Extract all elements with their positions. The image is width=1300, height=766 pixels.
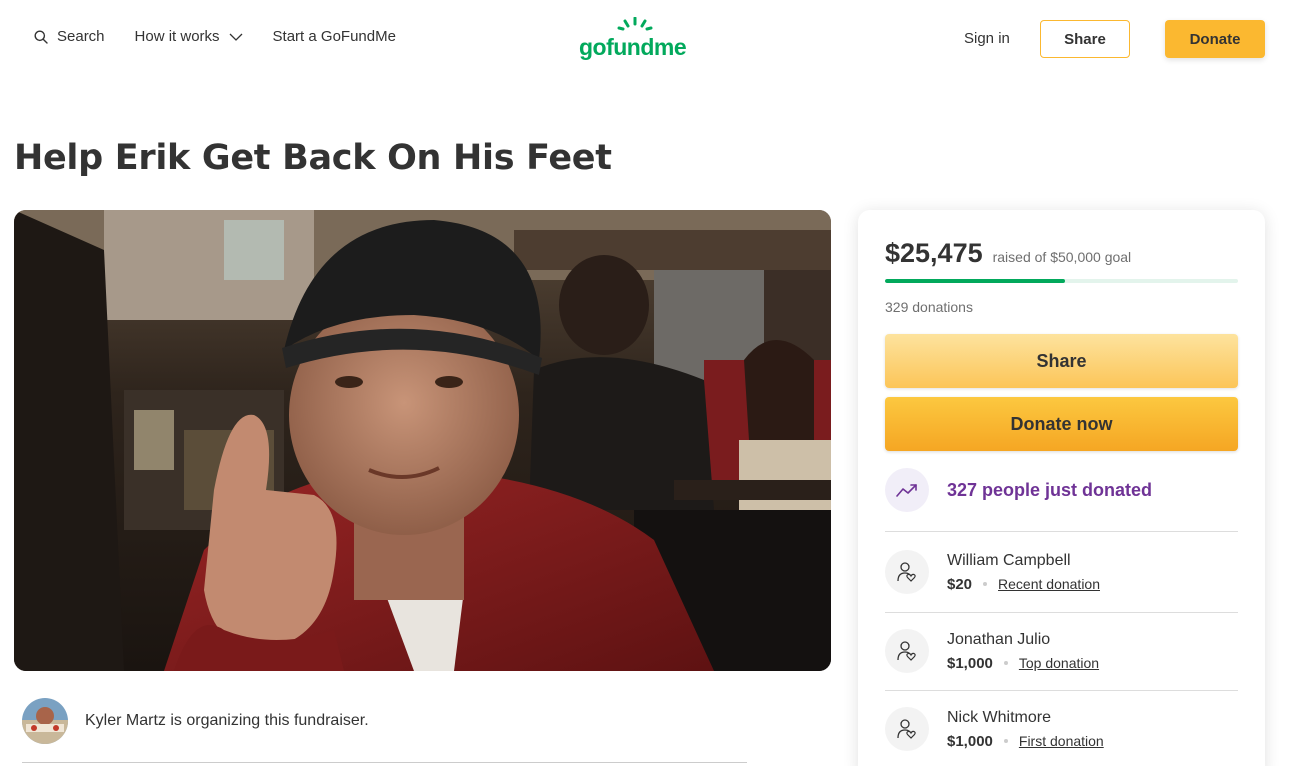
how-it-works-menu[interactable]: How it works (135, 28, 243, 45)
chevron-down-icon (229, 33, 243, 41)
donor-info: Nick Whitmore $1,000 First donation (947, 709, 1104, 750)
donor-amount: $1,000 (947, 654, 993, 672)
organizer-divider (22, 762, 747, 763)
donor-info: Jonathan Julio $1,000 Top donation (947, 631, 1099, 672)
trending-up-icon (885, 468, 929, 512)
start-gofundme-link[interactable]: Start a GoFundMe (273, 28, 396, 45)
donor-item: Jonathan Julio $1,000 Top donation (885, 622, 1238, 680)
raised-amount: $25,475 (885, 238, 983, 268)
donor-name: William Campbell (947, 551, 1071, 569)
donate-now-button[interactable]: Donate now (885, 397, 1238, 451)
card-divider (885, 531, 1238, 532)
donation-count: 329 donations (885, 299, 973, 315)
logo-sun-icon (617, 17, 653, 31)
progress-bar (885, 279, 1238, 283)
start-gofundme-label: Start a GoFundMe (272, 28, 396, 45)
how-it-works-label: How it works (134, 28, 220, 45)
organizer-avatar[interactable] (22, 698, 68, 744)
campaign-photo-graphic (14, 210, 831, 671)
donation-card: $25,475 raised of $50,000 goal 329 donat… (858, 210, 1265, 766)
campaign-title: Help Erik Get Back On His Feet (14, 138, 612, 178)
donor-tag-link[interactable]: Recent donation (998, 576, 1100, 592)
card-divider (885, 612, 1238, 613)
search-link[interactable]: Search (34, 28, 105, 45)
organizer-text: Kyler Martz is organizing this fundraise… (85, 712, 369, 729)
card-divider (885, 690, 1238, 691)
share-button[interactable]: Share (885, 334, 1238, 388)
logo-text: gofundme (579, 34, 687, 60)
separator-dot (1003, 661, 1008, 665)
donor-detail: $1,000 First donation (947, 733, 1104, 750)
raised-summary: $25,475 raised of $50,000 goal (885, 238, 1131, 269)
organizer-avatar-image (22, 698, 68, 744)
header-share-button[interactable]: Share (1040, 20, 1130, 58)
campaign-photo[interactable] (14, 210, 831, 671)
donor-detail: $1,000 Top donation (947, 655, 1099, 672)
donor-heart-icon (885, 629, 929, 673)
progress-bar-fill (885, 279, 1066, 283)
donor-detail: $20 Recent donation (947, 576, 1100, 593)
search-label: Search (57, 28, 105, 45)
donor-tag-link[interactable]: Top donation (1019, 655, 1099, 671)
gofundme-logo[interactable]: gofundme (579, 17, 701, 61)
trend-text: 327 people just donated (947, 479, 1153, 500)
raised-goal-text: raised of $50,000 goal (992, 249, 1132, 265)
search-icon (34, 30, 48, 44)
separator-dot (983, 582, 988, 586)
top-nav: Search How it works Start a GoFundMe (34, 28, 396, 45)
donor-amount: $20 (947, 575, 973, 593)
header-donate-button[interactable]: Donate (1165, 20, 1265, 58)
donor-heart-icon (885, 550, 929, 594)
separator-dot (1003, 739, 1008, 743)
donor-amount: $1,000 (947, 732, 993, 750)
donor-item: William Campbell $20 Recent donation (885, 543, 1238, 601)
sign-in-link[interactable]: Sign in (964, 30, 1010, 47)
donor-name: Jonathan Julio (947, 630, 1051, 648)
donor-name: Nick Whitmore (947, 708, 1052, 726)
donor-item: Nick Whitmore $1,000 First donation (885, 700, 1238, 758)
donor-tag-link[interactable]: First donation (1019, 733, 1104, 749)
donor-heart-icon (885, 707, 929, 751)
organizer-row: Kyler Martz is organizing this fundraise… (22, 698, 369, 744)
trend-row: 327 people just donated (885, 468, 1152, 512)
donor-info: William Campbell $20 Recent donation (947, 552, 1100, 593)
